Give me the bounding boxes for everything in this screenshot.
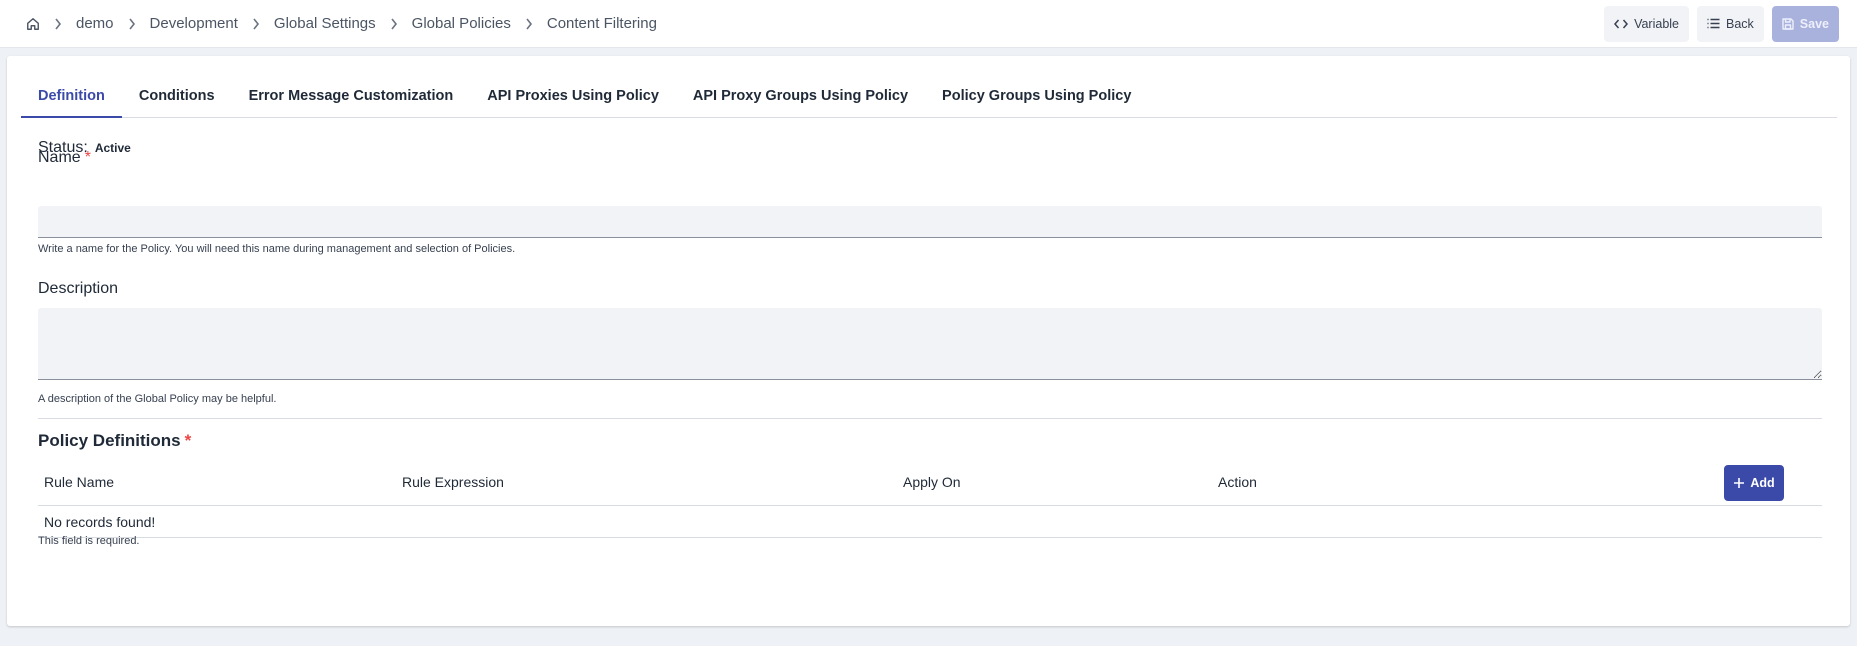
section-divider bbox=[38, 418, 1822, 419]
description-input[interactable] bbox=[38, 308, 1822, 380]
chevron-right-icon bbox=[525, 18, 533, 30]
name-label-text: Name bbox=[38, 149, 81, 166]
chevron-right-icon bbox=[128, 18, 136, 30]
save-button[interactable]: Save bbox=[1771, 5, 1839, 42]
tab-definition[interactable]: Definition bbox=[21, 76, 122, 118]
name-input[interactable] bbox=[38, 206, 1822, 238]
status-badge: Active bbox=[94, 141, 131, 155]
toolbar-actions: Variable Back Save bbox=[1604, 5, 1839, 42]
tab-error-message-customization[interactable]: Error Message Customization bbox=[232, 76, 471, 118]
tab-api-proxies-using-policy[interactable]: API Proxies Using Policy bbox=[470, 76, 676, 118]
column-apply-on: Apply On bbox=[903, 474, 961, 490]
variable-button[interactable]: Variable bbox=[1604, 5, 1689, 42]
breadcrumb-global-policies[interactable]: Global Policies bbox=[412, 15, 511, 32]
back-button-label: Back bbox=[1726, 16, 1754, 31]
tab-conditions[interactable]: Conditions bbox=[122, 76, 232, 118]
tab-bar: Definition Conditions Error Message Cust… bbox=[21, 76, 1837, 118]
code-icon bbox=[1614, 19, 1629, 28]
table-row: No records found! bbox=[38, 506, 1822, 538]
policy-definitions-title-text: Policy Definitions bbox=[38, 431, 181, 450]
home-icon[interactable] bbox=[26, 17, 40, 31]
breadcrumb: demo Development Global Settings Global … bbox=[26, 15, 657, 32]
list-icon bbox=[1707, 18, 1720, 29]
description-label: Description bbox=[38, 280, 119, 297]
breadcrumb-current-page: Content Filtering bbox=[546, 15, 657, 32]
name-label: Name * bbox=[38, 149, 91, 167]
policy-card: Definition Conditions Error Message Cust… bbox=[7, 56, 1850, 626]
required-marker: * bbox=[184, 431, 192, 450]
required-error-text: This field is required. bbox=[38, 535, 140, 547]
tab-api-proxy-groups-using-policy[interactable]: API Proxy Groups Using Policy bbox=[676, 76, 925, 118]
breadcrumb-demo[interactable]: demo bbox=[76, 15, 114, 32]
description-hint: A description of the Global Policy may b… bbox=[38, 393, 277, 405]
name-hint: Write a name for the Policy. You will ne… bbox=[38, 243, 516, 255]
required-marker: * bbox=[84, 149, 91, 166]
back-button[interactable]: Back bbox=[1697, 5, 1764, 42]
variable-button-label: Variable bbox=[1634, 16, 1679, 31]
column-action: Action bbox=[1218, 474, 1257, 490]
chevron-right-icon bbox=[252, 18, 260, 30]
add-rule-button-label: Add bbox=[1750, 476, 1775, 490]
policy-definitions-table: Rule Name Rule Expression Apply On Actio… bbox=[38, 459, 1822, 538]
chevron-right-icon bbox=[54, 18, 62, 30]
column-rule-name: Rule Name bbox=[44, 474, 115, 490]
policy-definitions-title: Policy Definitions * bbox=[38, 431, 191, 451]
chevron-right-icon bbox=[390, 18, 398, 30]
empty-message: No records found! bbox=[44, 513, 156, 530]
table-header: Rule Name Rule Expression Apply On Actio… bbox=[38, 459, 1822, 506]
plus-icon bbox=[1734, 478, 1745, 488]
save-button-label: Save bbox=[1799, 16, 1829, 31]
top-bar: demo Development Global Settings Global … bbox=[0, 0, 1857, 48]
tab-policy-groups-using-policy[interactable]: Policy Groups Using Policy bbox=[925, 76, 1148, 118]
add-rule-button[interactable]: Add bbox=[1724, 465, 1784, 501]
save-icon bbox=[1782, 17, 1794, 30]
breadcrumb-global-settings[interactable]: Global Settings bbox=[274, 15, 376, 32]
breadcrumb-development[interactable]: Development bbox=[150, 15, 238, 32]
column-rule-expression: Rule Expression bbox=[402, 474, 504, 490]
